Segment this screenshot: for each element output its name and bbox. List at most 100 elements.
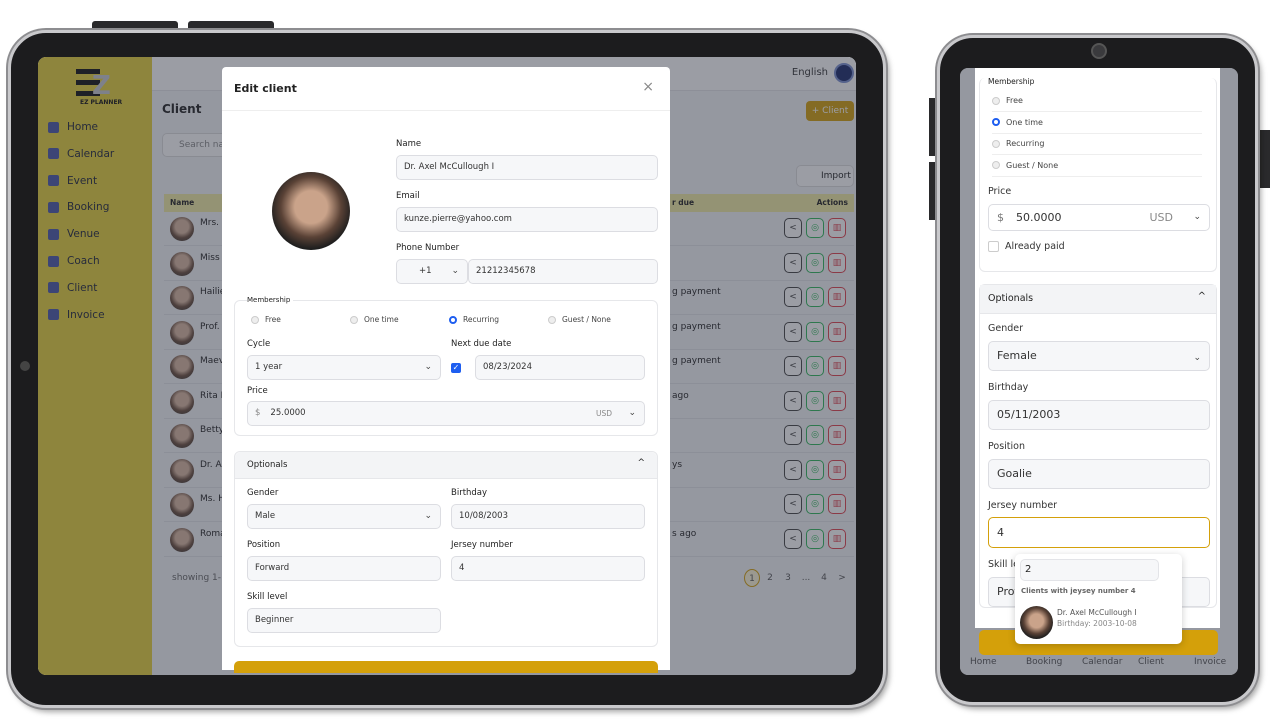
membership-option[interactable]: Guest / None [548,315,611,324]
radio-icon[interactable] [992,118,1000,126]
email-label: Email [396,191,420,201]
currency-select[interactable]: USD [596,402,612,425]
birthday-input[interactable]: 10/08/2003 [451,504,645,529]
position-input[interactable]: Forward [247,556,441,581]
cycle-label: Cycle [247,339,271,349]
membership-option[interactable]: Free [251,315,281,324]
jersey-conflict-popup: 2 Clients with jeysey number 4 Dr. Axel … [1015,554,1182,644]
jersey-label: Jersey number [451,540,513,550]
phone-label: Phone Number [396,243,460,253]
client-avatar[interactable] [272,172,350,250]
edit-client-modal: Edit client × Name Dr. Axel McCullough I… [222,67,670,673]
optionals-label: Optionals [988,293,1034,304]
tablet-camera [20,361,30,371]
price-label: Price [988,186,1012,197]
gender-select[interactable]: Male ⌄ [247,504,441,529]
membership-option[interactable]: One time [350,315,399,324]
skill-input[interactable]: Beginner [247,608,441,633]
popup-title: Clients with jeysey number 4 [1021,587,1136,595]
next-due-checkbox[interactable]: ✓ [451,363,461,373]
price-input[interactable]: $25.0000 USD ⌄ [247,401,645,426]
chevron-up-icon[interactable]: ^ [637,458,645,468]
already-paid-checkbox[interactable] [988,241,999,252]
optionals-label: Optionals [247,460,288,470]
name-label: Name [396,139,422,149]
popup-client-birthday: Birthday: 2003-10-08 [1057,619,1137,628]
phone-code: +1 [419,266,432,276]
option-label: Free [1006,96,1023,105]
gender-value: Male [255,511,276,521]
close-icon[interactable]: × [642,79,654,95]
price-label: Price [247,386,268,396]
email-input[interactable]: kunze.pierre@yahoo.com [396,207,658,232]
save-button[interactable] [234,661,658,673]
next-due-input[interactable]: 08/23/2024 [475,355,645,380]
already-paid-label: Already paid [1005,241,1065,252]
popup-client-name[interactable]: Dr. Axel McCullough I [1057,608,1137,617]
gender-value: Female [997,349,1037,362]
position-label: Position [988,441,1025,452]
membership-option[interactable]: Recurring [992,139,1202,155]
currency-symbol: $ [997,211,1004,224]
chevron-down-icon: ⌄ [1193,353,1201,363]
phone-camera [1091,43,1107,59]
position-input[interactable]: Goalie [988,459,1210,489]
membership-option[interactable]: Free [992,96,1202,112]
phone-input[interactable]: 21212345678 [468,259,658,284]
currency-select[interactable]: USD [1149,205,1173,230]
membership-card: Membership Free One time Recurring Guest / … [234,296,658,436]
gender-label: Gender [988,323,1024,334]
radio-icon[interactable] [449,315,457,324]
radio-icon[interactable] [992,139,1000,148]
next-due-label: Next due date [451,339,512,349]
gender-label: Gender [247,488,279,498]
modal-title: Edit client [234,82,297,95]
price-value: 50.0000 [1016,211,1062,224]
jersey-label: Jersey number [988,500,1058,511]
chevron-down-icon: ⌄ [424,511,432,521]
name-input[interactable]: Dr. Axel McCullough I [396,155,658,180]
chevron-down-icon: ⌄ [1193,212,1201,222]
membership-label: Membership [988,77,1035,86]
radio-icon[interactable] [992,161,1000,169]
optionals-header[interactable]: Optionals ^ [980,285,1216,314]
price-value: 25.0000 [270,408,306,418]
phone-code-select[interactable]: +1 ⌄ [396,259,468,284]
chevron-down-icon: ⌄ [451,266,459,276]
position-label: Position [247,540,281,550]
skill-label: Skill level [247,592,288,602]
radio-icon[interactable] [350,315,358,324]
option-label: Guest / None [1006,160,1059,170]
chevron-down-icon: ⌄ [424,362,432,372]
radio-icon[interactable] [548,315,556,324]
chevron-down-icon: ⌄ [628,408,636,418]
chevron-up-icon[interactable]: ^ [1198,291,1206,302]
phone-modal: Membership Free One time Recurring Guest / … [975,68,1220,628]
optionals-section: Optionals ^ Gender Male ⌄ Birthday 10/08/… [234,451,658,647]
currency-symbol: $ [255,408,261,418]
option-label: One time [1006,117,1043,127]
birthday-label: Birthday [451,488,488,498]
gender-select[interactable]: Female ⌄ [988,341,1210,371]
membership-option[interactable]: One time [992,118,1202,134]
jersey-input[interactable]: 4 [988,517,1210,548]
birthday-input[interactable]: 05/11/2003 [988,400,1210,430]
membership-card: Membership Free One time Recurring Guest / … [979,77,1217,272]
popup-search-input[interactable]: 2 [1020,559,1159,581]
option-label: One time [364,315,399,324]
option-label: Recurring [1006,139,1045,148]
cycle-select[interactable]: 1 year ⌄ [247,355,441,380]
option-label: Guest / None [562,315,611,324]
option-label: Free [265,315,281,324]
price-input[interactable]: $50.0000 USD ⌄ [988,204,1210,231]
membership-option[interactable]: Guest / None [992,161,1202,177]
membership-option[interactable]: Recurring [449,315,499,324]
radio-icon[interactable] [251,315,259,324]
cycle-value: 1 year [255,362,283,372]
client-avatar[interactable] [1020,606,1053,639]
optionals-header[interactable]: Optionals ^ [235,452,657,479]
phone-button [1260,130,1270,188]
jersey-input[interactable]: 4 [451,556,645,581]
option-label: Recurring [463,315,499,324]
radio-icon[interactable] [992,96,1000,105]
